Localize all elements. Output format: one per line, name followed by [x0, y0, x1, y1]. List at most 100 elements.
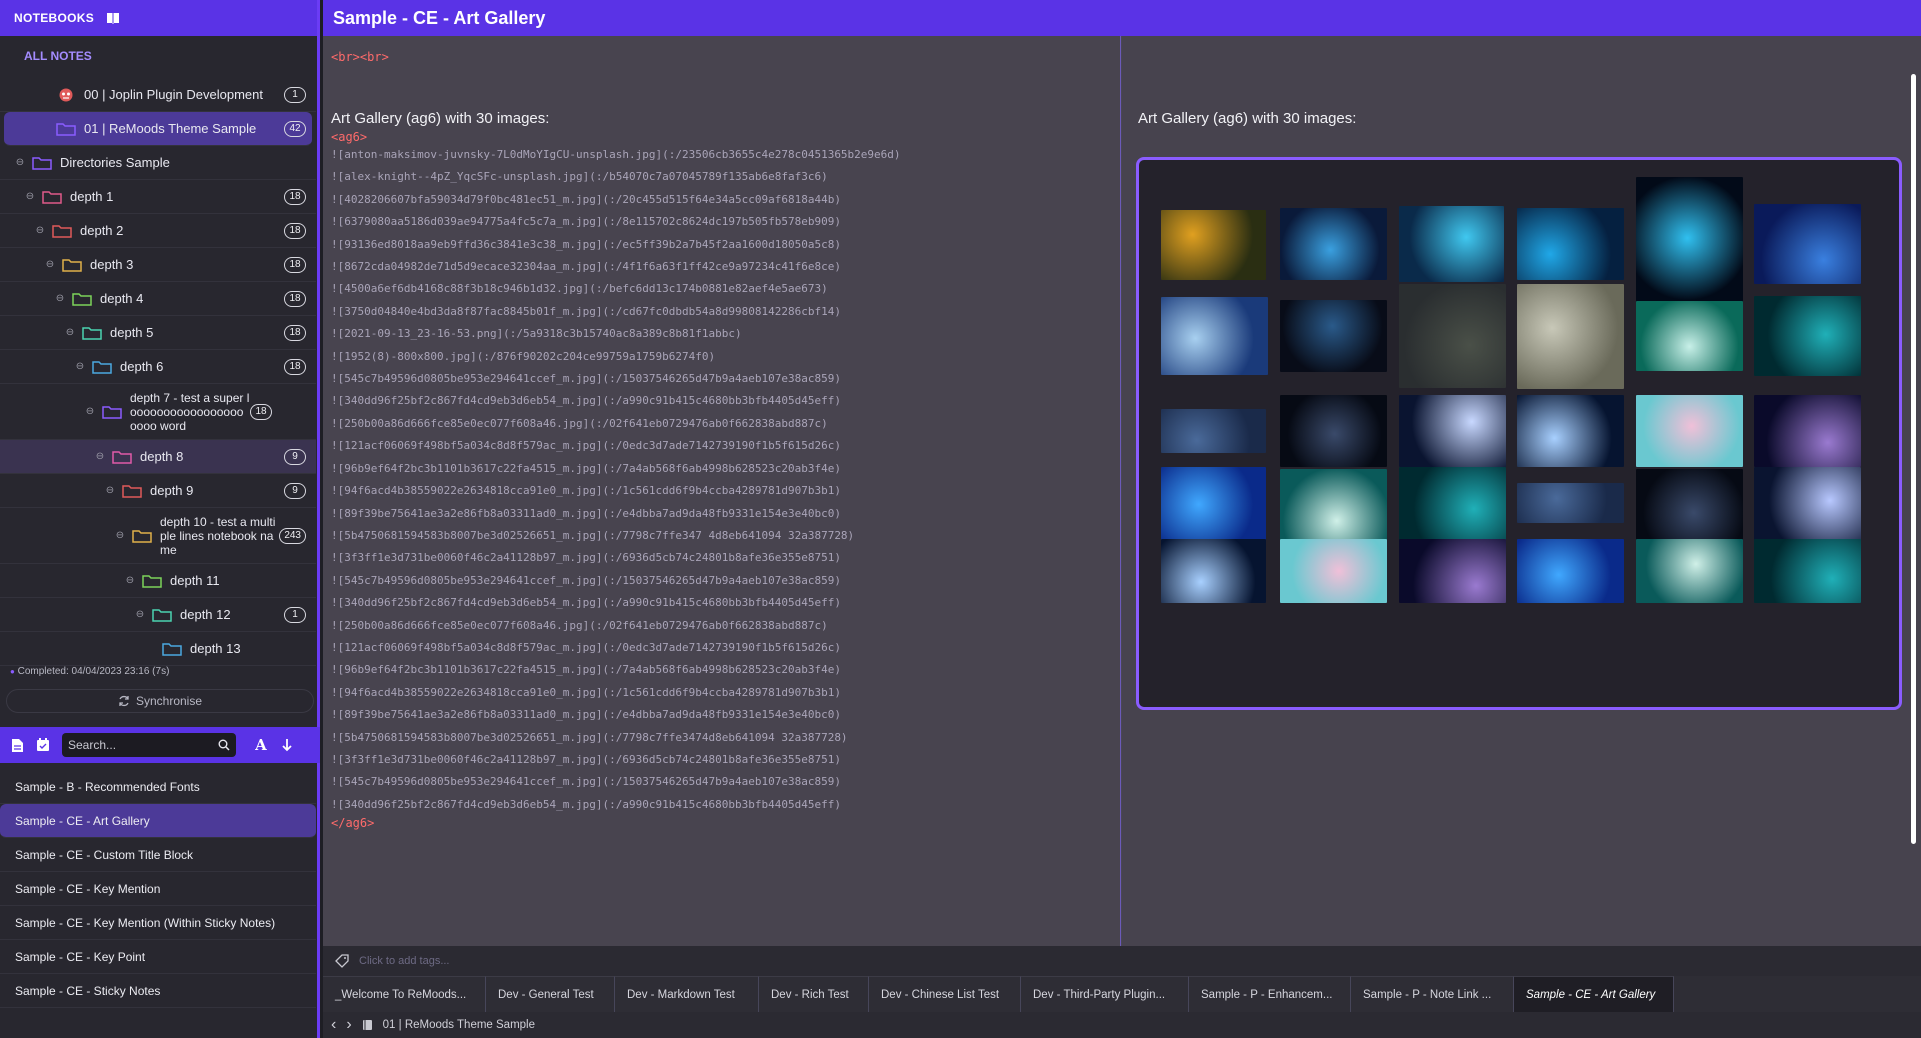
new-todo-icon[interactable]	[34, 736, 52, 754]
gallery-image[interactable]	[1280, 395, 1387, 467]
gallery-image[interactable]	[1161, 409, 1266, 453]
gallery-image[interactable]	[1754, 296, 1861, 376]
viewer-scrollbar[interactable]	[1911, 74, 1916, 844]
notebook-item[interactable]: ⊖ depth 10 - test a multiple lines notebo…	[0, 508, 316, 564]
gallery-image[interactable]	[1636, 469, 1743, 541]
gallery-image[interactable]	[1161, 467, 1266, 543]
all-notes-item[interactable]: ALL NOTES	[0, 36, 317, 76]
gallery-image[interactable]	[1161, 210, 1266, 280]
gallery-image[interactable]	[1754, 539, 1861, 603]
expand-toggle-icon[interactable]: ⊖	[34, 225, 46, 236]
notebook-item[interactable]: ⊖ depth 5 18	[0, 316, 316, 350]
gallery-image[interactable]	[1517, 539, 1624, 603]
gallery-image[interactable]	[1280, 469, 1387, 541]
note-list-item[interactable]: Sample - CE - Key Mention	[0, 872, 316, 906]
notebook-item[interactable]: 01 | ReMoods Theme Sample 42	[4, 112, 312, 146]
gallery-image[interactable]	[1399, 467, 1506, 543]
gallery-image[interactable]	[1636, 177, 1743, 307]
gallery-image[interactable]	[1517, 284, 1624, 389]
expand-toggle-icon[interactable]: ⊖	[54, 293, 66, 304]
note-list-item[interactable]: Sample - CE - Key Point	[0, 940, 316, 974]
note-count-badge: 9	[284, 482, 306, 499]
expand-toggle-icon[interactable]: ⊖	[104, 485, 116, 496]
notebook-item[interactable]: ⊖ depth 6 18	[0, 350, 316, 384]
gallery-image[interactable]	[1517, 483, 1624, 523]
notebook-item[interactable]: ⊖ depth 3 18	[0, 248, 316, 282]
search-icon[interactable]	[218, 739, 230, 751]
markdown-editor[interactable]: <br><br> Art Gallery (ag6) with 30 image…	[323, 36, 1121, 946]
sort-direction-icon[interactable]	[278, 736, 296, 754]
notebook-item[interactable]: ⊖ depth 2 18	[0, 214, 316, 248]
note-tab[interactable]: Sample - CE - Art Gallery	[1514, 976, 1674, 1012]
gallery-image[interactable]	[1754, 395, 1861, 467]
folder-icon	[132, 529, 152, 543]
gallery-image[interactable]	[1754, 467, 1861, 543]
synchronise-button[interactable]: Synchronise	[6, 689, 314, 713]
gallery-image[interactable]	[1399, 539, 1506, 603]
note-list-item[interactable]: Sample - CE - Key Mention (Within Sticky…	[0, 906, 316, 940]
note-list-item[interactable]: Sample - CE - Art Gallery	[0, 804, 316, 838]
expand-toggle-icon[interactable]: ⊖	[114, 530, 126, 541]
tag-bar[interactable]: Click to add tags...	[323, 946, 1921, 976]
note-tab[interactable]: Dev - Third-Party Plugin...	[1021, 976, 1189, 1012]
sort-order-button[interactable]: A	[252, 736, 270, 754]
gallery-image[interactable]	[1754, 204, 1861, 284]
gallery-image[interactable]	[1517, 395, 1624, 467]
gallery-image[interactable]	[1161, 539, 1266, 603]
search-field[interactable]	[62, 733, 236, 757]
gallery-image[interactable]	[1161, 297, 1268, 375]
note-tab[interactable]: Dev - Markdown Test	[615, 976, 759, 1012]
notebook-item[interactable]: ⊖ Directories Sample	[0, 146, 316, 180]
gallery-image[interactable]	[1399, 206, 1504, 282]
close-tag: </ag6>	[331, 816, 375, 831]
back-icon[interactable]: ‹	[331, 1016, 336, 1034]
expand-toggle-icon[interactable]: ⊖	[64, 327, 76, 338]
gallery-image[interactable]	[1280, 300, 1387, 372]
note-list-item[interactable]: Sample - B - Recommended Fonts	[0, 770, 316, 804]
gallery-image[interactable]	[1636, 301, 1743, 371]
note-tab[interactable]: Sample - P - Note Link ...	[1351, 976, 1514, 1012]
notebook-item[interactable]: ⊖ depth 8 9	[0, 440, 316, 474]
notebooks-header[interactable]: NOTEBOOKS	[0, 0, 317, 36]
notebook-item[interactable]: 00 | Joplin Plugin Development 1	[0, 78, 316, 112]
new-note-icon[interactable]	[8, 736, 26, 754]
expand-toggle-icon[interactable]: ⊖	[84, 406, 96, 417]
note-tab[interactable]: Dev - General Test	[486, 976, 615, 1012]
gallery-image[interactable]	[1399, 284, 1506, 388]
expand-toggle-icon[interactable]: ⊖	[74, 361, 86, 372]
sync-status-text: Completed: 04/04/2023 23:16 (7s)	[17, 666, 170, 677]
note-tab[interactable]: Sample - P - Enhancem...	[1189, 976, 1351, 1012]
expand-toggle-icon[interactable]: ⊖	[24, 191, 36, 202]
search-input[interactable]	[68, 738, 218, 752]
notebook-item[interactable]: ⊖ depth 1 18	[0, 180, 316, 214]
notebook-item[interactable]: ⊖ depth 4 18	[0, 282, 316, 316]
gallery-image[interactable]	[1399, 395, 1506, 467]
note-list-item[interactable]: Sample - CE - Custom Title Block	[0, 838, 316, 872]
gallery-image[interactable]	[1636, 395, 1743, 467]
forward-icon[interactable]: ›	[346, 1016, 351, 1034]
add-tags-placeholder[interactable]: Click to add tags...	[359, 955, 450, 967]
expand-toggle-icon[interactable]: ⊖	[124, 575, 136, 586]
expand-toggle-icon[interactable]: ⊖	[134, 609, 146, 620]
sync-status: ● Completed: 04/04/2023 23:16 (7s)	[10, 666, 169, 677]
note-tabs: _Welcome To ReMoods... Dev - General Test…	[323, 976, 1921, 1012]
note-tab[interactable]: Dev - Rich Test	[759, 976, 869, 1012]
note-title[interactable]: Sample - CE - Art Gallery	[323, 0, 1921, 36]
current-notebook[interactable]: 01 | ReMoods Theme Sample	[383, 1019, 535, 1031]
note-list-item[interactable]: Sample - CE - Sticky Notes	[0, 974, 316, 1008]
notebook-item[interactable]: ⊖ depth 7 - test a super looooooooooooooo…	[0, 384, 316, 440]
expand-toggle-icon[interactable]: ⊖	[14, 157, 26, 168]
expand-toggle-icon[interactable]: ⊖	[44, 259, 56, 270]
note-tab[interactable]: _Welcome To ReMoods...	[323, 976, 486, 1012]
gallery-image[interactable]	[1280, 539, 1387, 603]
notebook-item[interactable]: depth 13	[0, 632, 316, 666]
notebook-item[interactable]: ⊖ depth 12 1	[0, 598, 316, 632]
expand-toggle-icon[interactable]: ⊖	[94, 451, 106, 462]
note-viewer[interactable]: Art Gallery (ag6) with 30 images:	[1122, 36, 1921, 946]
note-tab[interactable]: Dev - Chinese List Test	[869, 976, 1021, 1012]
gallery-image[interactable]	[1280, 208, 1387, 280]
gallery-image[interactable]	[1517, 208, 1624, 280]
notebook-item[interactable]: ⊖ depth 9 9	[0, 474, 316, 508]
notebook-item[interactable]: ⊖ depth 11	[0, 564, 316, 598]
gallery-image[interactable]	[1636, 539, 1743, 603]
